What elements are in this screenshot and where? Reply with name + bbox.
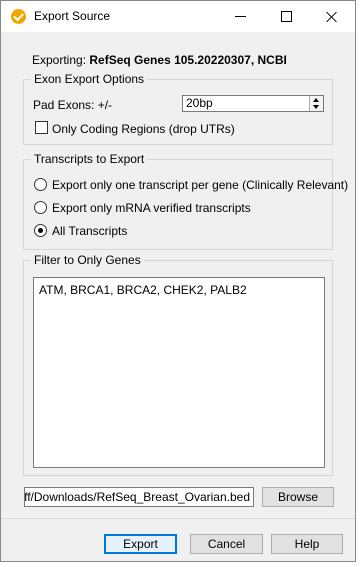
- export-source-dialog: Export Source Exporting: RefSeq Genes 10…: [0, 0, 356, 562]
- coding-regions-checkbox[interactable]: [35, 121, 48, 134]
- window-title: Export Source: [34, 9, 111, 23]
- maximize-button[interactable]: [263, 1, 309, 32]
- output-path-value: ankoff/Downloads/RefSeq_Breast_Ovarian.b…: [24, 490, 250, 504]
- close-icon: [326, 11, 338, 23]
- browse-button[interactable]: Browse: [262, 487, 334, 507]
- help-button[interactable]: Help: [271, 534, 343, 554]
- radio-all-transcripts-label[interactable]: All Transcripts: [52, 224, 127, 238]
- spin-up-icon[interactable]: [313, 98, 319, 102]
- radio-all-transcripts[interactable]: [34, 224, 47, 237]
- title-bar[interactable]: Export Source: [1, 1, 355, 32]
- export-button[interactable]: Export: [104, 534, 177, 554]
- exporting-line: Exporting: RefSeq Genes 105.20220307, NC…: [32, 53, 287, 67]
- exporting-label: Exporting:: [32, 53, 87, 67]
- output-path-input[interactable]: ankoff/Downloads/RefSeq_Breast_Ovarian.b…: [24, 487, 254, 507]
- close-button[interactable]: [309, 1, 355, 32]
- maximize-icon: [280, 11, 292, 22]
- pad-exons-stepper[interactable]: 20bp: [182, 95, 324, 112]
- genes-text: ATM, BRCA1, BRCA2, CHEK2, PALB2: [39, 283, 247, 297]
- app-logo-icon: [11, 9, 26, 24]
- spin-down-icon[interactable]: [313, 105, 319, 109]
- pad-spinner[interactable]: [309, 96, 323, 111]
- radio-one-transcript-label[interactable]: Export only one transcript per gene (Cli…: [52, 178, 348, 192]
- cancel-button[interactable]: Cancel: [190, 534, 263, 554]
- minimize-icon: [234, 16, 246, 17]
- exon-group-title: Exon Export Options: [31, 72, 148, 86]
- genes-textarea[interactable]: ATM, BRCA1, BRCA2, CHEK2, PALB2: [33, 277, 325, 468]
- pad-exons-value: 20bp: [186, 96, 213, 110]
- transcripts-group-title: Transcripts to Export: [31, 152, 148, 166]
- radio-mrna-verified-label[interactable]: Export only mRNA verified transcripts: [52, 201, 251, 215]
- genes-group-title: Filter to Only Genes: [31, 253, 144, 267]
- radio-mrna-verified[interactable]: [34, 201, 47, 214]
- minimize-button[interactable]: [217, 1, 263, 32]
- coding-regions-label[interactable]: Only Coding Regions (drop UTRs): [52, 122, 235, 136]
- pad-exons-label: Pad Exons: +/-: [33, 98, 113, 112]
- exporting-source-name: RefSeq Genes 105.20220307, NCBI: [89, 53, 287, 67]
- radio-one-transcript[interactable]: [34, 178, 47, 191]
- footer-divider: [1, 518, 355, 519]
